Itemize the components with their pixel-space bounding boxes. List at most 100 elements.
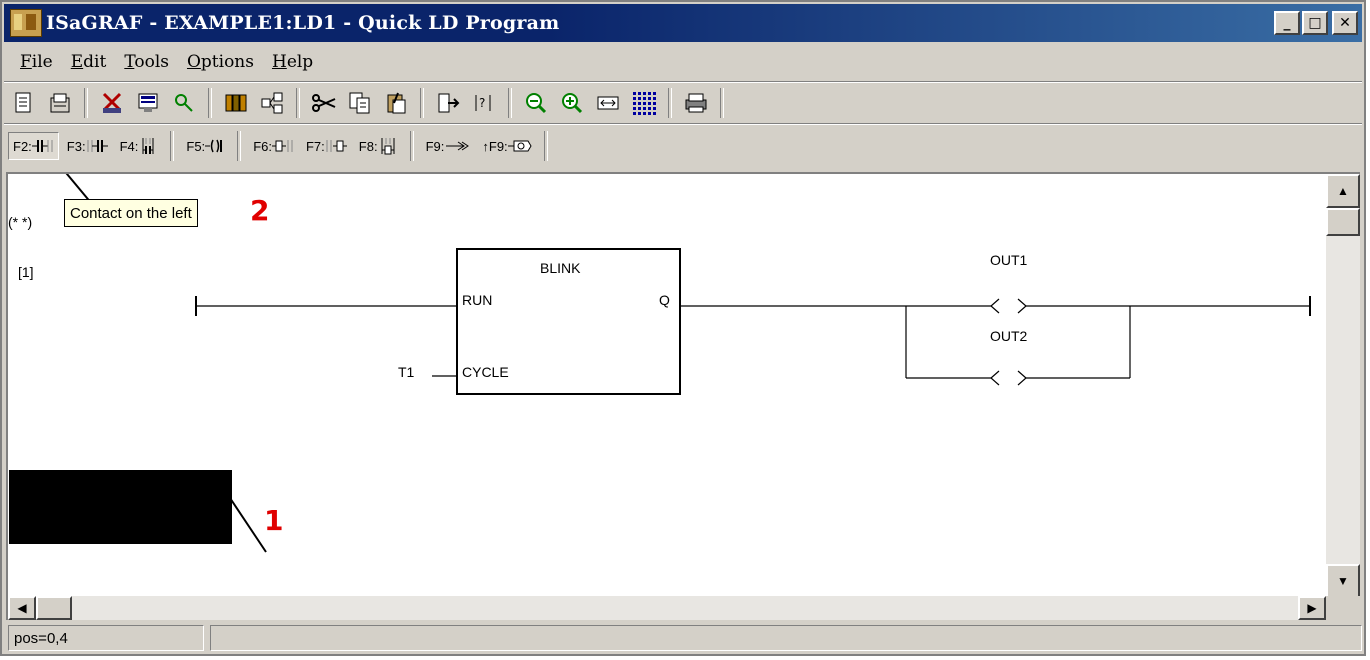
library-icon[interactable] xyxy=(223,90,249,116)
redacted-region xyxy=(9,470,232,544)
contact-right-icon xyxy=(87,140,108,152)
f3-label: F3: xyxy=(66,138,86,154)
f7-label: F7: xyxy=(305,138,325,154)
parallel-contact-icon xyxy=(142,138,154,154)
horizontal-scrollbar[interactable]: ◀ ▶ xyxy=(8,596,1326,620)
block-right-icon xyxy=(326,140,347,152)
f3-contact-right-button[interactable]: F3: xyxy=(63,133,112,159)
toolbar-separator xyxy=(170,131,175,161)
maximize-button[interactable]: □ xyxy=(1302,11,1328,35)
minimize-button[interactable]: _ xyxy=(1274,11,1300,35)
close-button[interactable]: ✕ xyxy=(1332,11,1358,35)
printer-icon[interactable] xyxy=(683,90,709,116)
menu-tools[interactable]: Tools xyxy=(124,52,169,72)
scroll-up-button[interactable]: ▲ xyxy=(1326,174,1360,208)
f2-contact-left-button[interactable]: F2: xyxy=(8,132,59,160)
minimize-icon: _ xyxy=(1283,15,1291,31)
coil-out2 xyxy=(990,370,1000,386)
close-icon: ✕ xyxy=(1339,15,1351,31)
arrow-right-icon: ▶ xyxy=(1307,601,1317,615)
menu-help[interactable]: Help xyxy=(272,52,313,72)
status-position: pos=0,4 xyxy=(8,625,204,651)
f4-label: F4: xyxy=(119,138,139,154)
block-input-cycle: CYCLE xyxy=(462,364,509,380)
zoom-out-icon[interactable] xyxy=(523,90,549,116)
main-toolbar: ? xyxy=(6,84,816,122)
f5-label: F5: xyxy=(186,138,206,154)
f9-label: F9: xyxy=(425,138,445,154)
ld-editor-canvas[interactable]: (* *) [1] BLINK RUN CYCLE Q T1 OUT1 OUT2… xyxy=(6,172,1360,620)
zoom-in-icon[interactable] xyxy=(559,90,585,116)
toolbar-separator-line xyxy=(4,123,1362,125)
scroll-left-button[interactable]: ◀ xyxy=(8,596,36,620)
rung-number: [1] xyxy=(18,264,34,280)
menu-options[interactable]: Options xyxy=(187,52,254,72)
f6-block-left-button[interactable]: F6: xyxy=(249,133,298,159)
block-input-run: RUN xyxy=(462,292,493,308)
arrow-up-icon: ▲ xyxy=(1337,184,1349,198)
menu-file[interactable]: File xyxy=(20,52,53,72)
grid-icon[interactable] xyxy=(631,90,657,116)
svg-text:?: ? xyxy=(479,96,485,110)
insert-icon[interactable] xyxy=(435,90,461,116)
toolbar-separator xyxy=(420,88,424,118)
annotation-label-2: 2 xyxy=(250,194,270,227)
jump-icon xyxy=(446,141,470,151)
f7-block-right-button[interactable]: F7: xyxy=(302,133,351,159)
f8-label: F8: xyxy=(358,138,378,154)
contact-left-icon xyxy=(31,140,53,152)
comment-icon[interactable]: ? xyxy=(471,90,497,116)
search-icon[interactable] xyxy=(171,90,197,116)
paste-icon[interactable] xyxy=(383,90,409,116)
f6-label: F6: xyxy=(253,138,272,154)
coil-out1 xyxy=(990,298,1000,314)
f8-parallel-block-button[interactable]: F8: xyxy=(355,133,402,159)
f9-jump-button[interactable]: F9: xyxy=(422,133,475,159)
f5-coil-button[interactable]: F5: xyxy=(182,133,229,159)
shift-f9-return-button[interactable]: ↑F9: xyxy=(478,133,535,159)
toolbar-separator xyxy=(208,88,212,118)
annotation-label-1: 1 xyxy=(264,504,284,537)
arrow-left-icon: ◀ xyxy=(17,601,27,615)
dictionary-icon[interactable] xyxy=(135,90,161,116)
vertical-scroll-thumb[interactable] xyxy=(1326,208,1360,236)
comment-text: (* *) xyxy=(8,214,33,230)
tooltip-contact-left: Contact on the left xyxy=(64,199,198,227)
title-bar[interactable]: ISaGRAF - EXAMPLE1:LD1 - Quick LD Progra… xyxy=(4,4,1362,42)
coil-icon xyxy=(205,139,223,153)
toolbar-separator xyxy=(409,131,414,161)
cycle-variable-t1: T1 xyxy=(398,364,415,380)
toolbar-separator xyxy=(543,131,548,161)
toolbar-separator xyxy=(296,88,300,118)
fit-icon[interactable] xyxy=(595,90,621,116)
block-left-icon xyxy=(271,140,293,152)
network-icon[interactable] xyxy=(259,90,285,116)
menu-edit[interactable]: Edit xyxy=(71,52,107,72)
status-bar: pos=0,4 xyxy=(4,622,1362,654)
parallel-block-icon xyxy=(381,138,395,155)
main-window: ISaGRAF - EXAMPLE1:LD1 - Quick LD Progra… xyxy=(0,0,1366,656)
cut-variable-icon[interactable] xyxy=(99,90,125,116)
toolbar-separator xyxy=(84,88,88,118)
cut-icon[interactable] xyxy=(311,90,337,116)
coil1-label: OUT1 xyxy=(990,252,1028,268)
block-output-q: Q xyxy=(659,292,670,308)
return-icon xyxy=(507,140,532,152)
window-title: ISaGRAF - EXAMPLE1:LD1 - Quick LD Progra… xyxy=(46,12,560,34)
toolbar-separator xyxy=(237,131,242,161)
toolbar-separator xyxy=(668,88,672,118)
vertical-scrollbar[interactable]: ▲ ▼ xyxy=(1326,174,1360,598)
scroll-right-button[interactable]: ▶ xyxy=(1298,596,1326,620)
copy-icon[interactable] xyxy=(347,90,373,116)
isagraf-app-icon[interactable] xyxy=(10,9,42,37)
horizontal-scroll-thumb[interactable] xyxy=(36,596,72,620)
scrollbar-corner xyxy=(1326,596,1360,620)
arrow-down-icon: ▼ xyxy=(1337,574,1349,588)
scroll-down-button[interactable]: ▼ xyxy=(1326,564,1360,598)
block-name: BLINK xyxy=(540,260,581,276)
print-preview-icon[interactable] xyxy=(47,90,73,116)
shift-f9-label: ↑F9: xyxy=(482,138,508,154)
new-icon[interactable] xyxy=(11,90,37,116)
coil2-label: OUT2 xyxy=(990,328,1028,344)
f4-parallel-contact-button[interactable]: F4: xyxy=(116,133,163,159)
